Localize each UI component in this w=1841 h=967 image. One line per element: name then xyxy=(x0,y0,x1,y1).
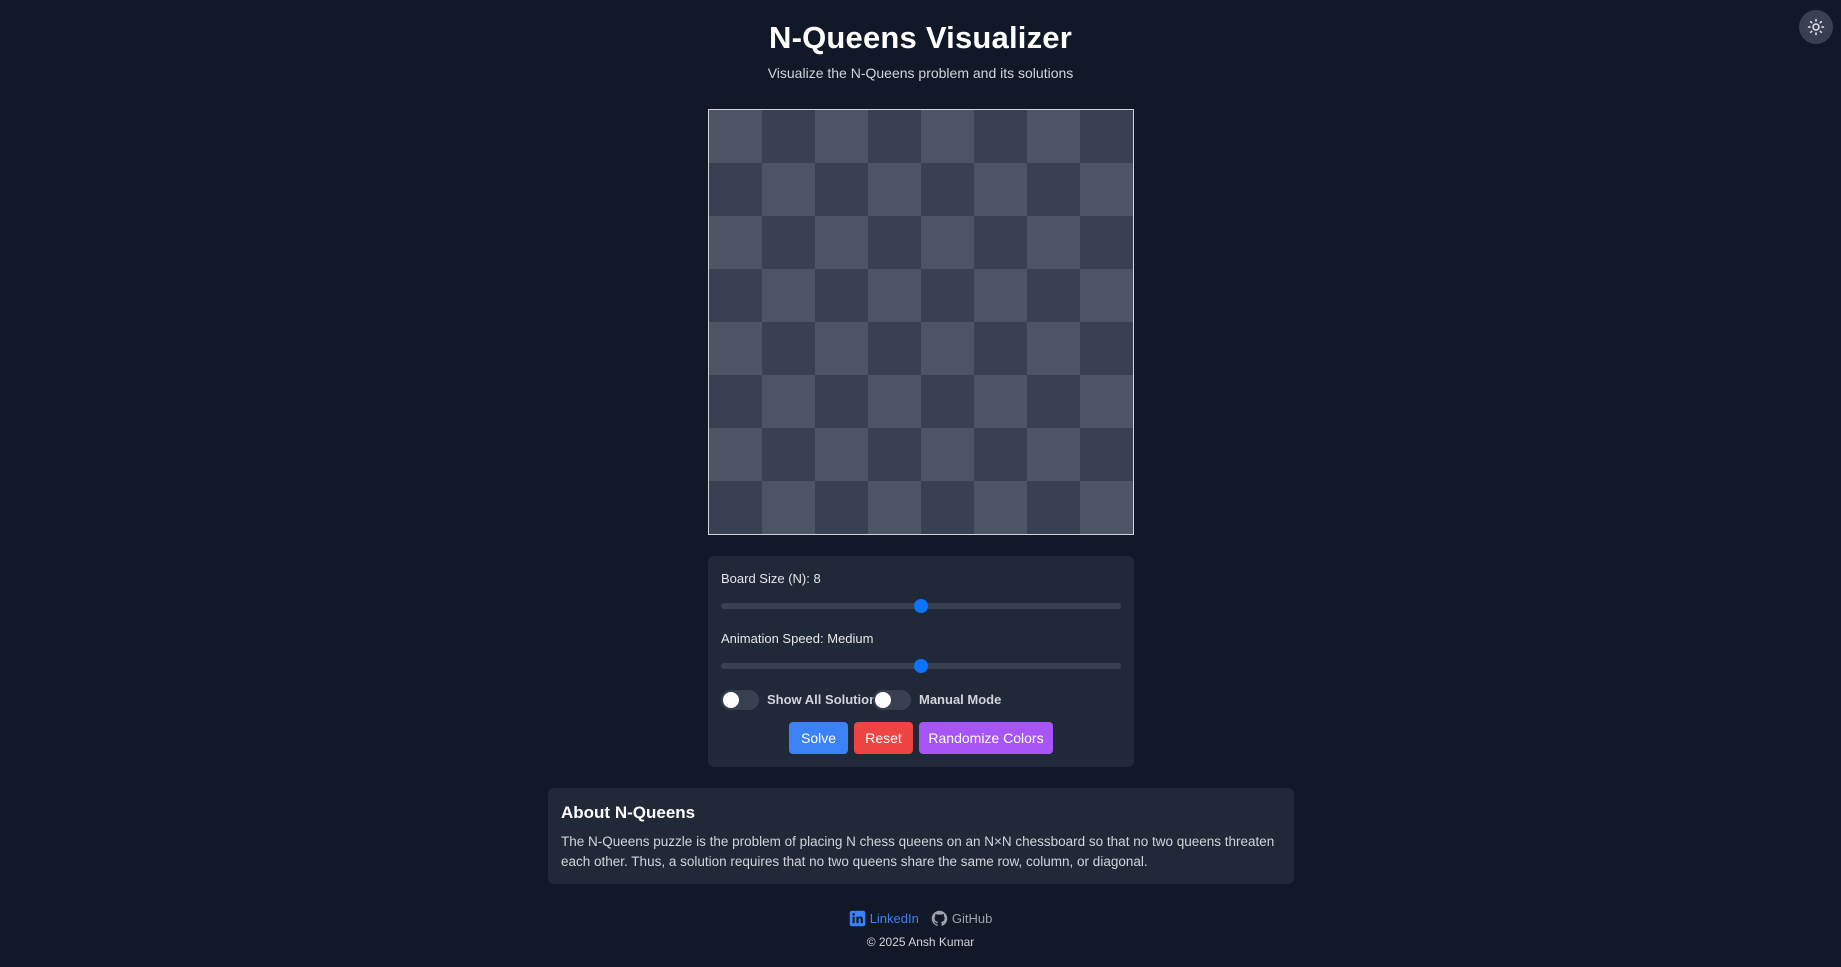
board-cell[interactable] xyxy=(762,216,815,269)
board-cell[interactable] xyxy=(762,428,815,481)
board-cell[interactable] xyxy=(1080,481,1133,534)
controls-panel: Board Size (N): 8 Animation Speed: Mediu… xyxy=(708,556,1134,767)
board-cell[interactable] xyxy=(1027,110,1080,163)
board-cell[interactable] xyxy=(921,163,974,216)
board-cell[interactable] xyxy=(1027,322,1080,375)
board-cell[interactable] xyxy=(762,375,815,428)
board-cell[interactable] xyxy=(921,110,974,163)
board-cell[interactable] xyxy=(815,322,868,375)
page-title: N-Queens Visualizer xyxy=(768,20,1072,55)
board-cell[interactable] xyxy=(868,216,921,269)
board-size-slider[interactable] xyxy=(721,599,1121,613)
board-cell[interactable] xyxy=(868,163,921,216)
board-cell[interactable] xyxy=(815,428,868,481)
animation-speed-slider[interactable] xyxy=(721,659,1121,673)
board-cell[interactable] xyxy=(762,110,815,163)
board-cell[interactable] xyxy=(974,428,1027,481)
board-cell[interactable] xyxy=(868,322,921,375)
linkedin-icon xyxy=(849,910,865,927)
board-cell[interactable] xyxy=(1080,322,1133,375)
board-cell[interactable] xyxy=(974,216,1027,269)
board-cell[interactable] xyxy=(815,216,868,269)
board-cell[interactable] xyxy=(974,322,1027,375)
board-cell[interactable] xyxy=(709,375,762,428)
about-text: The N-Queens puzzle is the problem of pl… xyxy=(561,834,1275,869)
board-cell[interactable] xyxy=(762,322,815,375)
board-cell[interactable] xyxy=(815,110,868,163)
board-cell[interactable] xyxy=(868,481,921,534)
github-link[interactable]: GitHub xyxy=(931,910,992,927)
animation-speed-slider-thumb[interactable] xyxy=(914,659,928,673)
board-size-slider-thumb[interactable] xyxy=(914,599,928,613)
board-cell[interactable] xyxy=(868,110,921,163)
board-cell[interactable] xyxy=(1080,110,1133,163)
footer-links: LinkedIn GitHub xyxy=(0,910,1841,927)
board-cell[interactable] xyxy=(709,481,762,534)
chessboard xyxy=(708,109,1134,535)
board-cell[interactable] xyxy=(709,269,762,322)
board-cell[interactable] xyxy=(1027,375,1080,428)
toggle-knob xyxy=(723,692,739,708)
board-cell[interactable] xyxy=(868,375,921,428)
board-cell[interactable] xyxy=(815,163,868,216)
show-all-solutions-toggle[interactable] xyxy=(721,690,759,710)
toggle-knob xyxy=(875,692,891,708)
board-cell[interactable] xyxy=(921,481,974,534)
linkedin-label: LinkedIn xyxy=(869,911,919,926)
board-cell[interactable] xyxy=(1080,269,1133,322)
board-cell[interactable] xyxy=(1027,163,1080,216)
board-cell[interactable] xyxy=(974,375,1027,428)
board-cell[interactable] xyxy=(868,428,921,481)
manual-mode-label: Manual Mode xyxy=(919,692,1002,707)
board-cell[interactable] xyxy=(1027,216,1080,269)
board-cell[interactable] xyxy=(815,375,868,428)
board-cell[interactable] xyxy=(815,269,868,322)
board-cell[interactable] xyxy=(921,375,974,428)
board-cell[interactable] xyxy=(974,163,1027,216)
page-subtitle: Visualize the N-Queens problem and its s… xyxy=(767,65,1074,81)
board-cell[interactable] xyxy=(921,428,974,481)
about-heading: About N-Queens xyxy=(561,803,696,822)
board-cell[interactable] xyxy=(974,269,1027,322)
copyright: © 2025 Ansh Kumar xyxy=(866,935,975,949)
board-cell[interactable] xyxy=(921,269,974,322)
board-cell[interactable] xyxy=(709,163,762,216)
board-cell[interactable] xyxy=(974,481,1027,534)
board-size-label: Board Size (N): 8 xyxy=(721,571,821,586)
board-cell[interactable] xyxy=(868,269,921,322)
board-cell[interactable] xyxy=(815,481,868,534)
github-icon xyxy=(931,910,948,926)
show-all-solutions-label: Show All Solutions xyxy=(767,692,885,707)
board-cell[interactable] xyxy=(974,110,1027,163)
board-cell[interactable] xyxy=(1080,163,1133,216)
board-cell[interactable] xyxy=(1027,269,1080,322)
randomize-colors-button[interactable]: Randomize Colors xyxy=(919,722,1053,754)
linkedin-link[interactable]: LinkedIn xyxy=(849,910,919,927)
board-cell[interactable] xyxy=(709,428,762,481)
board-cell[interactable] xyxy=(1080,428,1133,481)
reset-button[interactable]: Reset xyxy=(854,722,913,754)
board-cell[interactable] xyxy=(762,481,815,534)
board-cell[interactable] xyxy=(762,269,815,322)
board-cell[interactable] xyxy=(709,216,762,269)
solve-button[interactable]: Solve xyxy=(789,722,848,754)
board-cell[interactable] xyxy=(709,322,762,375)
github-label: GitHub xyxy=(951,911,993,926)
board-cell[interactable] xyxy=(1027,481,1080,534)
board-cell[interactable] xyxy=(709,110,762,163)
board-cell[interactable] xyxy=(1080,216,1133,269)
manual-mode-toggle[interactable] xyxy=(873,690,911,710)
board-cell[interactable] xyxy=(762,163,815,216)
board-cell[interactable] xyxy=(1080,375,1133,428)
animation-speed-label: Animation Speed: Medium xyxy=(721,631,874,646)
board-cell[interactable] xyxy=(921,322,974,375)
board-cell[interactable] xyxy=(1027,428,1080,481)
board-cell[interactable] xyxy=(921,216,974,269)
about-section: About N-Queens The N-Queens puzzle is th… xyxy=(548,788,1294,884)
